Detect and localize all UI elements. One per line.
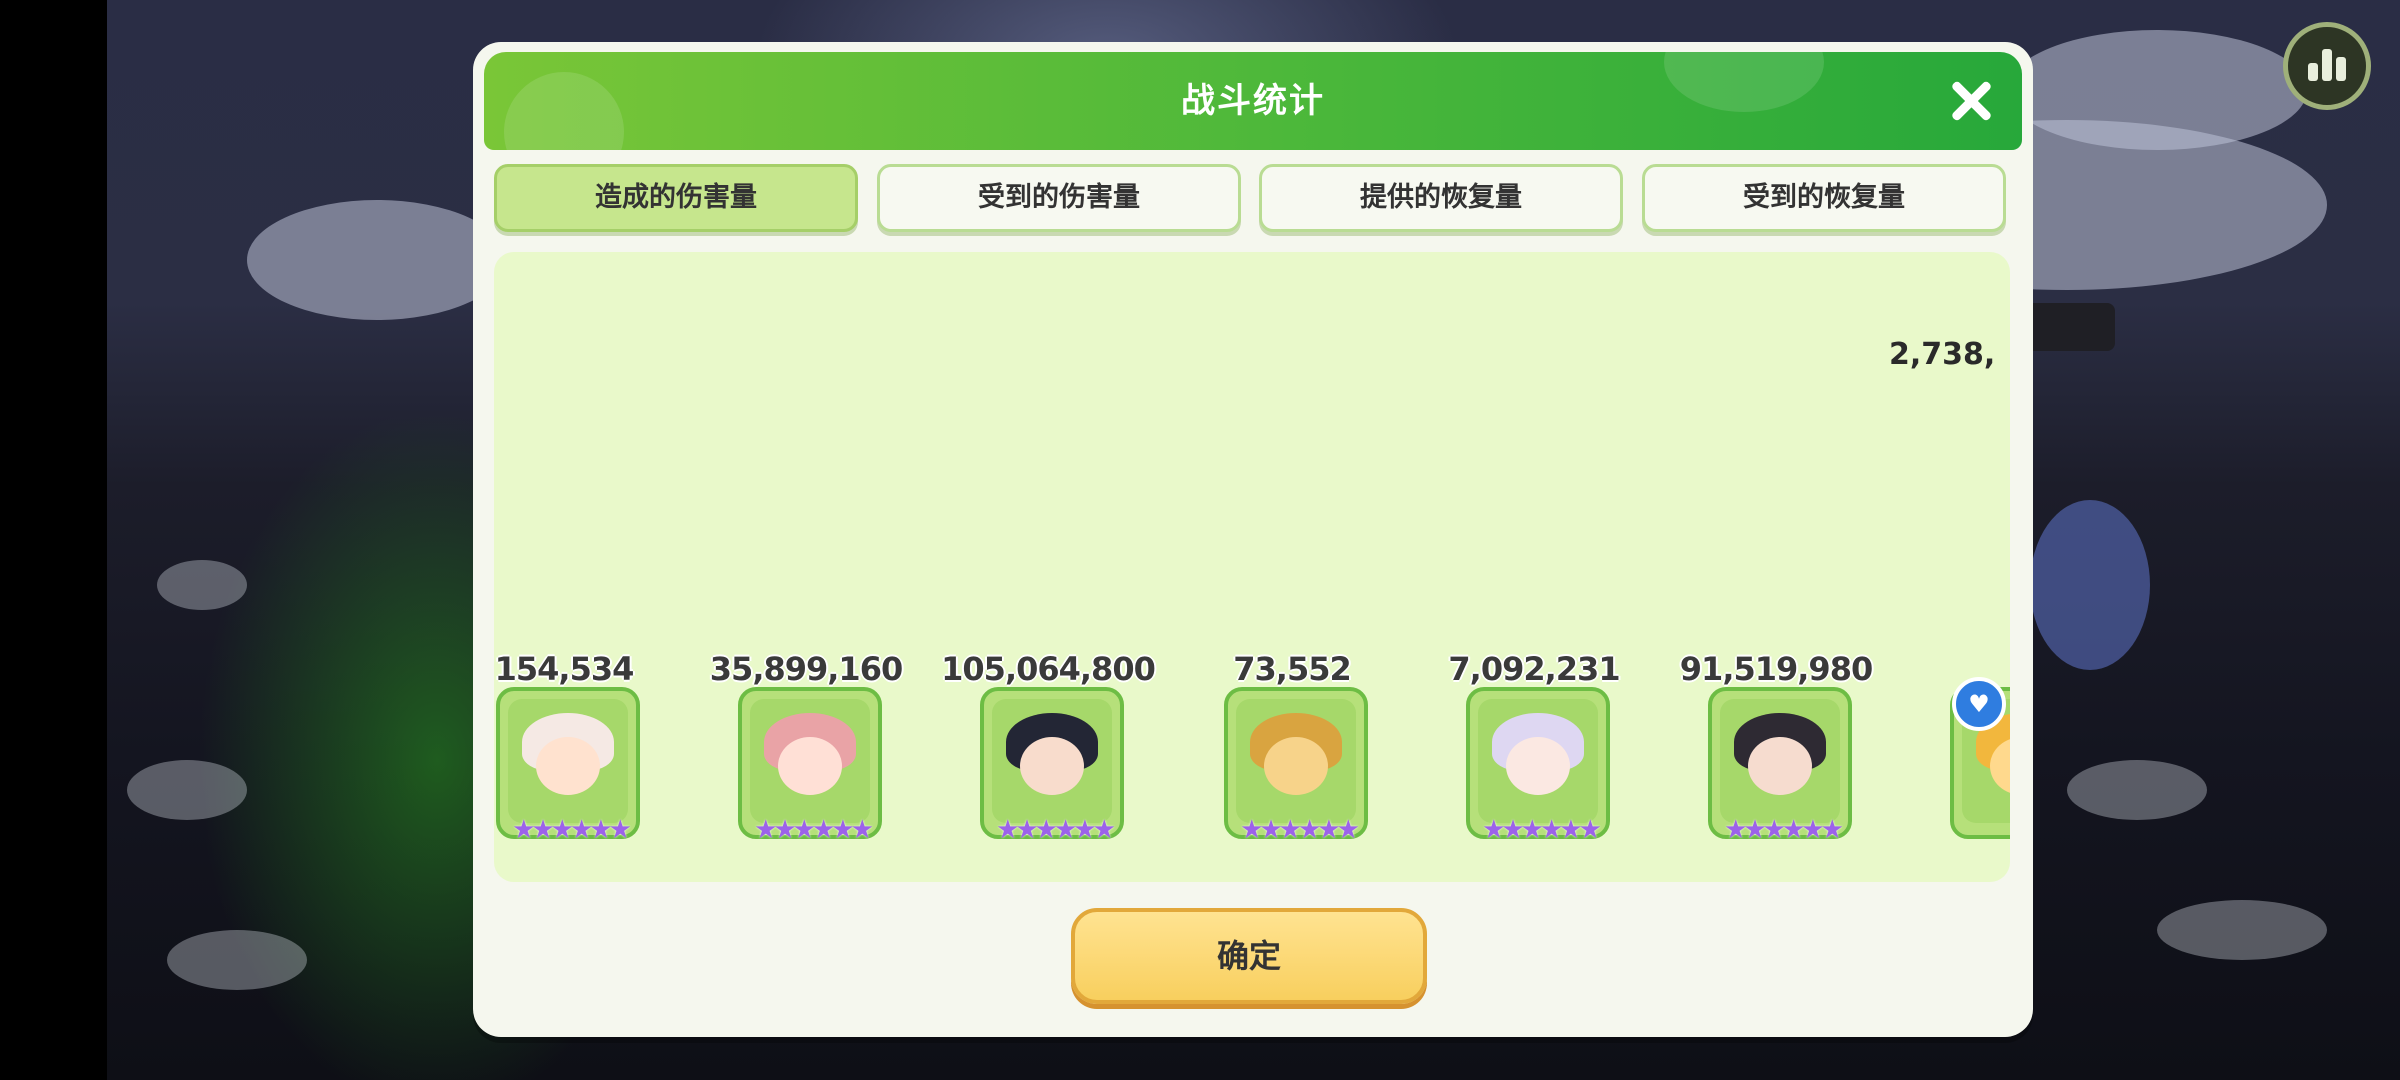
star-rating: ★★★★★★ xyxy=(1482,815,1602,845)
hero-value: 105,064,800 xyxy=(941,650,1156,688)
hero-value: 73,552 xyxy=(1233,650,1351,688)
flower xyxy=(2157,900,2327,960)
star-rating: ★★★★★★ xyxy=(1724,815,1844,845)
hero-value: 91,519,980 xyxy=(1679,650,1873,688)
stats-panel: 2,738, 154,534 ★★★★★★ 35,899,160 ★★★★★★ … xyxy=(494,252,2010,882)
hero-value: 7,092,231 xyxy=(1448,650,1620,688)
bar-chart-icon[interactable] xyxy=(2283,22,2371,110)
hero-card[interactable]: ★★★★★★ xyxy=(496,687,640,845)
cloud xyxy=(2007,30,2307,150)
tab-healing-provided[interactable]: 提供的恢复量 xyxy=(1259,164,1623,232)
hero-card[interactable]: ★★★★★★ xyxy=(980,687,1124,845)
flower xyxy=(127,760,247,820)
dialog-header: 战斗统计 xyxy=(484,52,2022,150)
like-icon: ♥ xyxy=(1952,677,2006,731)
confirm-button[interactable]: 确定 xyxy=(1071,908,1427,1004)
star-rating: ★★★★★★ xyxy=(996,815,1116,845)
hero-value: 154,534 xyxy=(494,650,635,688)
flower xyxy=(2067,760,2207,820)
hero-card[interactable]: ★★★★★★ xyxy=(1224,687,1368,845)
hero-value: 35,899,160 xyxy=(709,650,903,688)
flower xyxy=(157,560,247,610)
hero-card[interactable]: ★★★★★★ xyxy=(1466,687,1610,845)
tab-healing-received[interactable]: 受到的恢复量 xyxy=(1642,164,2006,232)
flower xyxy=(167,930,307,990)
star-rating: ★★★★★★ xyxy=(754,815,874,845)
tab-damage-dealt[interactable]: 造成的伤害量 xyxy=(494,164,858,232)
background-emblem xyxy=(2030,500,2150,670)
cloud xyxy=(247,200,507,320)
hero-card[interactable]: ★★★★★★ xyxy=(1708,687,1852,845)
star-rating: ★★★★★★ xyxy=(512,815,632,845)
battle-stats-dialog: 战斗统计 造成的伤害量 受到的伤害量 提供的恢复量 受到的恢复量 2,738, … xyxy=(473,42,2033,1037)
dialog-title: 战斗统计 xyxy=(1181,81,1325,121)
hero-card[interactable]: ★★★★★★ xyxy=(738,687,882,845)
hero-value: 2,738, xyxy=(1889,337,1996,372)
star-rating: ★★★★★★ xyxy=(1240,815,1360,845)
tab-damage-taken[interactable]: 受到的伤害量 xyxy=(877,164,1241,232)
close-icon[interactable] xyxy=(1948,78,1994,124)
letterbox-left xyxy=(0,0,107,1080)
